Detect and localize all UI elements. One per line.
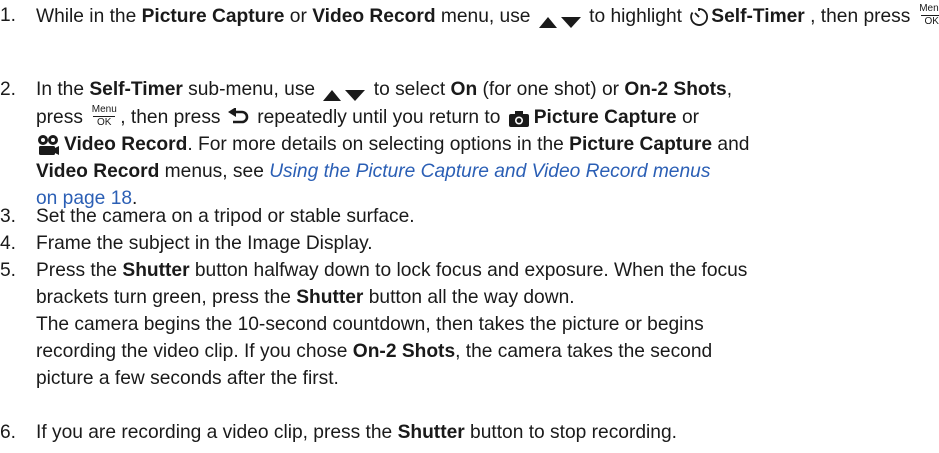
picture-capture-label: Picture Capture — [141, 6, 285, 27]
self-timer-icon — [689, 7, 709, 27]
video-record-label: Video Record — [312, 6, 436, 27]
step-1-text: While in the Picture Capture or Video Re… — [36, 2, 939, 30]
step-6: 6. If you are recording a video clip, pr… — [0, 419, 939, 446]
step-number: 4. — [0, 233, 17, 254]
step-number: 6. — [0, 422, 17, 443]
cross-reference-link[interactable]: Using the Picture Capture and Video Reco… — [269, 161, 710, 182]
self-timer-label: Self-Timer — [711, 6, 805, 27]
step-6-text: If you are recording a video clip, press… — [36, 422, 677, 443]
step-5: 5. Press the Shutter button halfway down… — [0, 257, 939, 392]
back-arrow-icon — [227, 106, 250, 128]
menu-ok-button-icon: MenuOK — [917, 2, 939, 28]
step-3: 3. Set the camera on a tripod or stable … — [0, 203, 939, 230]
step-number: 1. — [0, 5, 17, 26]
video-record-icon — [36, 134, 60, 156]
step-number: 2. — [0, 79, 17, 100]
step-1: 1. While in the Picture Capture or Video… — [0, 2, 939, 30]
step-5-text: Press the Shutter button halfway down to… — [36, 260, 748, 389]
up-down-arrows-icon — [322, 83, 366, 101]
instruction-page: 1. While in the Picture Capture or Video… — [0, 0, 939, 453]
step-2: 2. In the Self-Timer sub-menu, use to se… — [0, 76, 939, 212]
step-3-text: Set the camera on a tripod or stable sur… — [36, 206, 415, 227]
step-4-text: Frame the subject in the Image Display. — [36, 233, 373, 254]
up-down-arrows-icon — [538, 10, 582, 28]
step-4: 4. Frame the subject in the Image Displa… — [0, 230, 939, 257]
shutter-label: Shutter — [122, 260, 190, 281]
step-2-text: In the Self-Timer sub-menu, use to selec… — [36, 79, 750, 209]
camera-icon — [508, 109, 530, 127]
step-number: 5. — [0, 260, 17, 281]
step-number: 3. — [0, 206, 17, 227]
menu-ok-button-icon: MenuOK — [91, 104, 117, 128]
